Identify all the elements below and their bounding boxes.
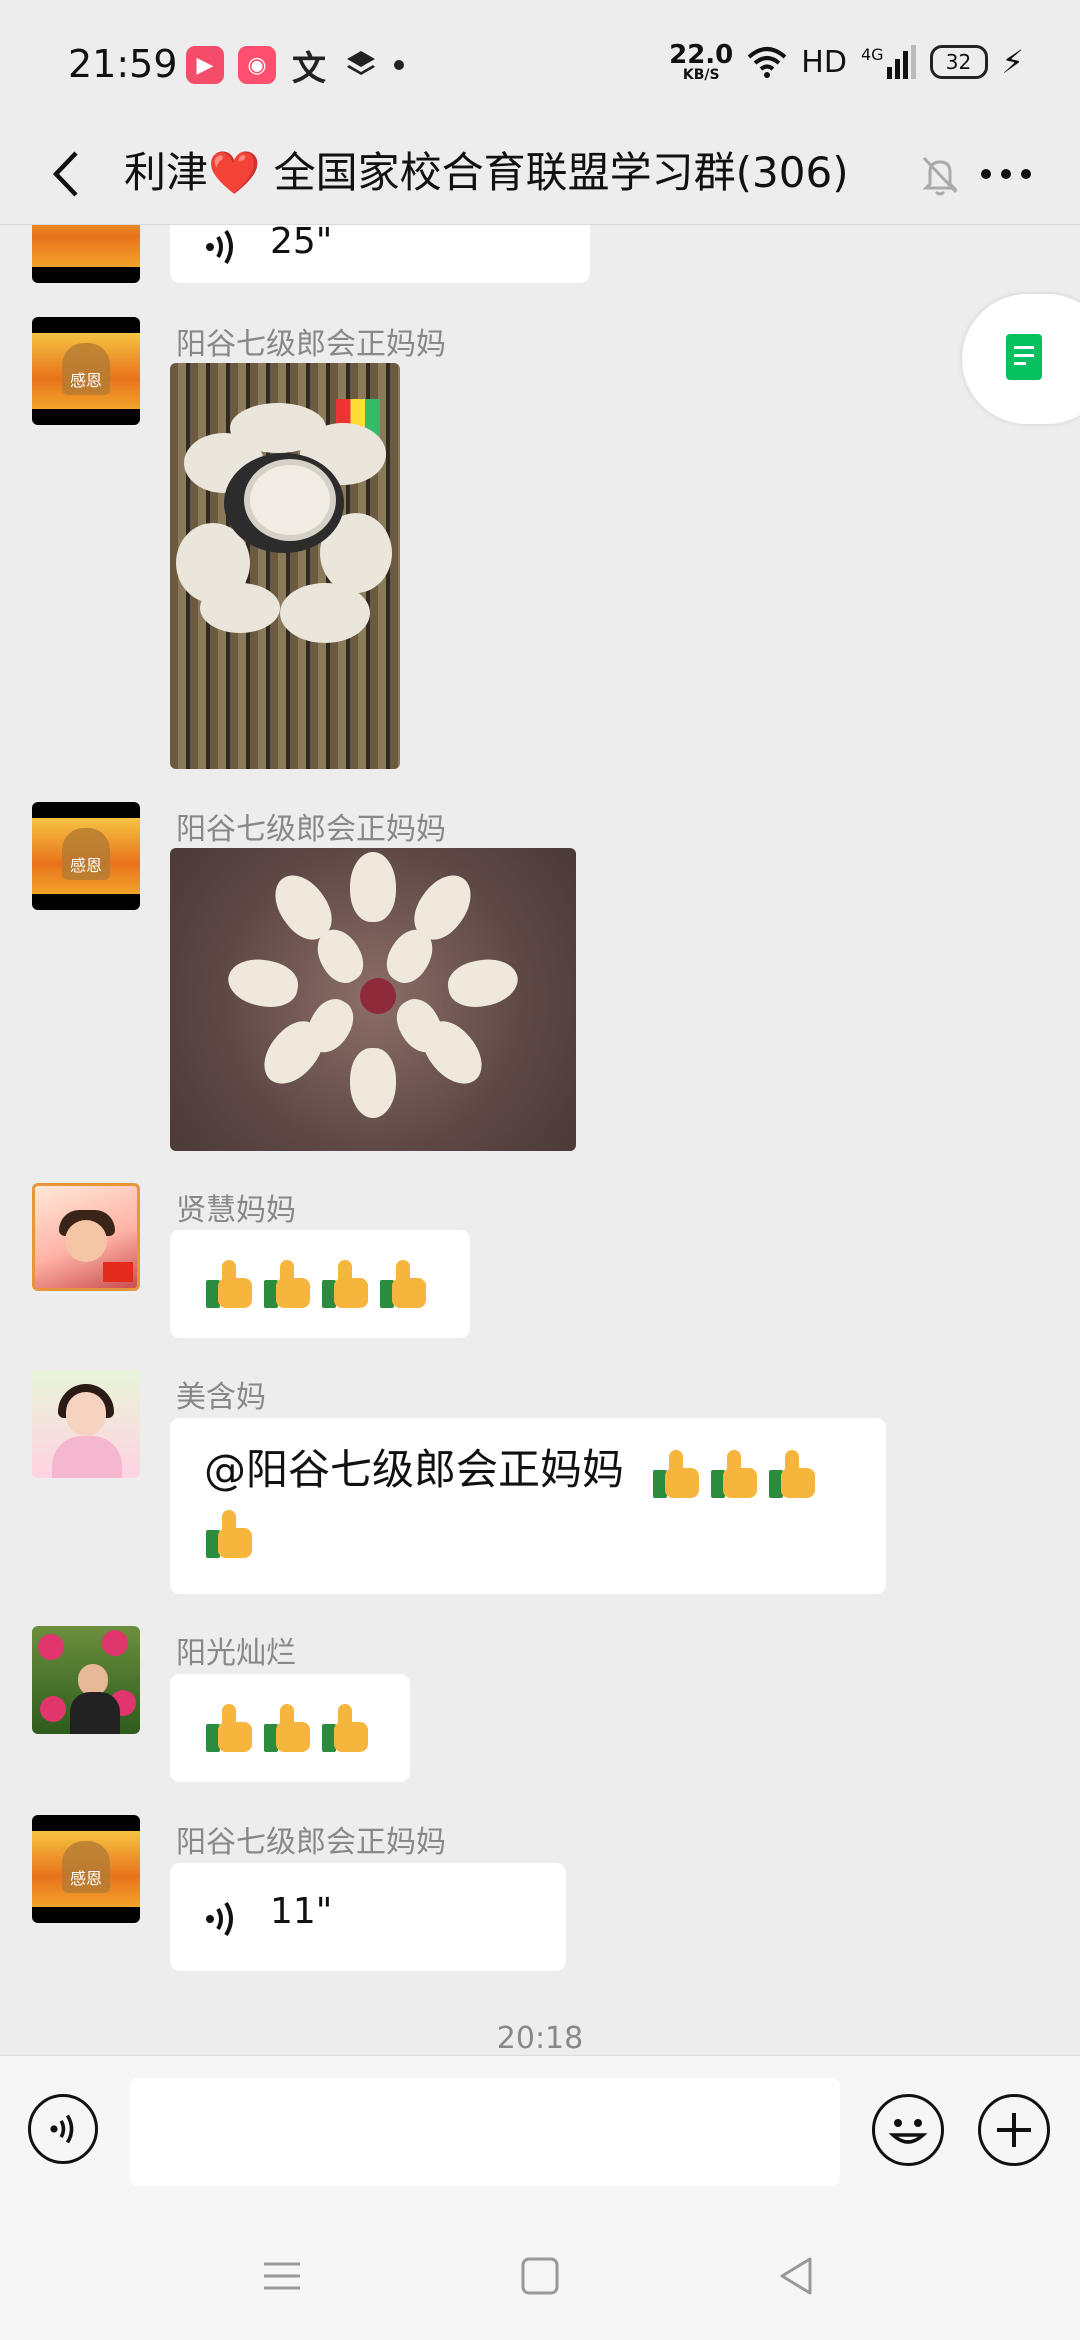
avatar[interactable] <box>32 1183 140 1291</box>
voice-wave-icon <box>206 229 233 265</box>
avatar[interactable]: 感恩 <box>32 1815 140 1923</box>
sender-name: 阳谷七级郎会正妈妈 <box>176 327 446 362</box>
thumbs-up-icon <box>320 1700 374 1754</box>
emoji-button[interactable] <box>872 2094 944 2166</box>
message-input[interactable] <box>130 2078 840 2186</box>
chevron-left-icon <box>52 151 78 197</box>
voice-duration: 25" <box>270 225 333 262</box>
thumbs-up-icon <box>204 1506 258 1560</box>
layers-icon <box>342 46 380 84</box>
menu-icon[interactable] <box>262 2256 302 2296</box>
home-icon[interactable] <box>520 2256 560 2296</box>
more-notifications-dot <box>394 60 404 70</box>
input-bar <box>0 2055 1080 2211</box>
thumbs-up-icon <box>651 1446 705 1500</box>
video-app-icon: ▶ <box>186 46 224 84</box>
signal-icon: 4G <box>861 45 916 79</box>
image-message[interactable] <box>170 363 400 769</box>
voice-message[interactable]: 25" <box>170 225 590 283</box>
voice-wave-icon <box>206 1901 233 1937</box>
avatar[interactable] <box>32 225 140 283</box>
sender-name: 阳光灿烂 <box>176 1636 296 1671</box>
back-triangle-icon[interactable] <box>776 2256 816 2296</box>
battery-icon: 32 <box>929 45 988 79</box>
emoji-message[interactable] <box>170 1674 410 1782</box>
emoji-message[interactable] <box>170 1230 470 1338</box>
thumbs-up-icon <box>204 1700 258 1754</box>
system-nav-bar <box>0 2210 1080 2340</box>
text-message[interactable]: @阳谷七级郎会正妈妈 <box>170 1418 886 1594</box>
translate-icon: 文 <box>292 48 326 89</box>
image-message[interactable] <box>170 848 576 1151</box>
notification-icons: ▶ ◉ 文 <box>186 46 404 89</box>
chat-header: 利津❤️ 全国家校合育联盟学习群(306) <box>0 128 1080 225</box>
sender-name: 美含妈 <box>176 1380 266 1415</box>
back-button[interactable] <box>34 142 98 206</box>
smiley-icon <box>888 2119 928 2144</box>
voice-message[interactable]: 11" <box>170 1863 566 1971</box>
kuaishou-icon: ◉ <box>238 46 276 84</box>
charging-icon: ⚡ <box>1001 43 1024 81</box>
floating-notes-button[interactable] <box>962 294 1080 424</box>
voice-wave-icon <box>50 2114 74 2144</box>
sender-name: 阳谷七级郎会正妈妈 <box>176 812 446 847</box>
avatar[interactable] <box>32 1626 140 1734</box>
mention-text: @阳谷七级郎会正妈妈 <box>204 1445 625 1494</box>
network-speed: 22.0 KB/S <box>669 40 734 83</box>
thumbs-up-icon <box>204 1256 258 1310</box>
hd-indicator: HD <box>801 44 847 80</box>
thumbs-up-icon <box>262 1256 316 1310</box>
thumbs-up-icon <box>262 1700 316 1754</box>
thumbs-up-icon <box>378 1256 432 1310</box>
message-timestamp: 20:18 <box>496 2021 584 2055</box>
voice-input-button[interactable] <box>28 2094 98 2164</box>
status-time: 21:59 <box>68 42 178 86</box>
sender-name: 阳谷七级郎会正妈妈 <box>176 1825 446 1860</box>
voice-duration: 11" <box>270 1891 333 1932</box>
ellipsis-icon <box>981 169 1031 179</box>
more-options-button[interactable] <box>974 142 1038 206</box>
message-list[interactable]: 25" 感恩 阳谷七级郎会正妈妈 感恩 阳谷七级郎会正妈妈 贤慧妈妈 美含妈 @… <box>0 225 1080 2055</box>
muted-bell-icon <box>922 156 958 196</box>
thumbs-up-icon <box>767 1446 821 1500</box>
chat-title: 利津❤️ 全国家校合育联盟学习群(306) <box>124 148 849 197</box>
thumbs-up-icon <box>709 1446 763 1500</box>
plus-icon <box>997 2113 1031 2147</box>
more-functions-button[interactable] <box>978 2094 1050 2166</box>
sender-name: 贤慧妈妈 <box>176 1193 296 1228</box>
document-icon <box>1006 334 1042 380</box>
avatar[interactable]: 感恩 <box>32 317 140 425</box>
avatar[interactable] <box>32 1370 140 1478</box>
status-bar: 21:59 ▶ ◉ 文 22.0 KB/S HD 4G 32 ⚡ <box>0 0 1080 128</box>
avatar[interactable]: 感恩 <box>32 802 140 910</box>
thumbs-up-icon <box>320 1256 374 1310</box>
wifi-icon <box>747 47 787 78</box>
